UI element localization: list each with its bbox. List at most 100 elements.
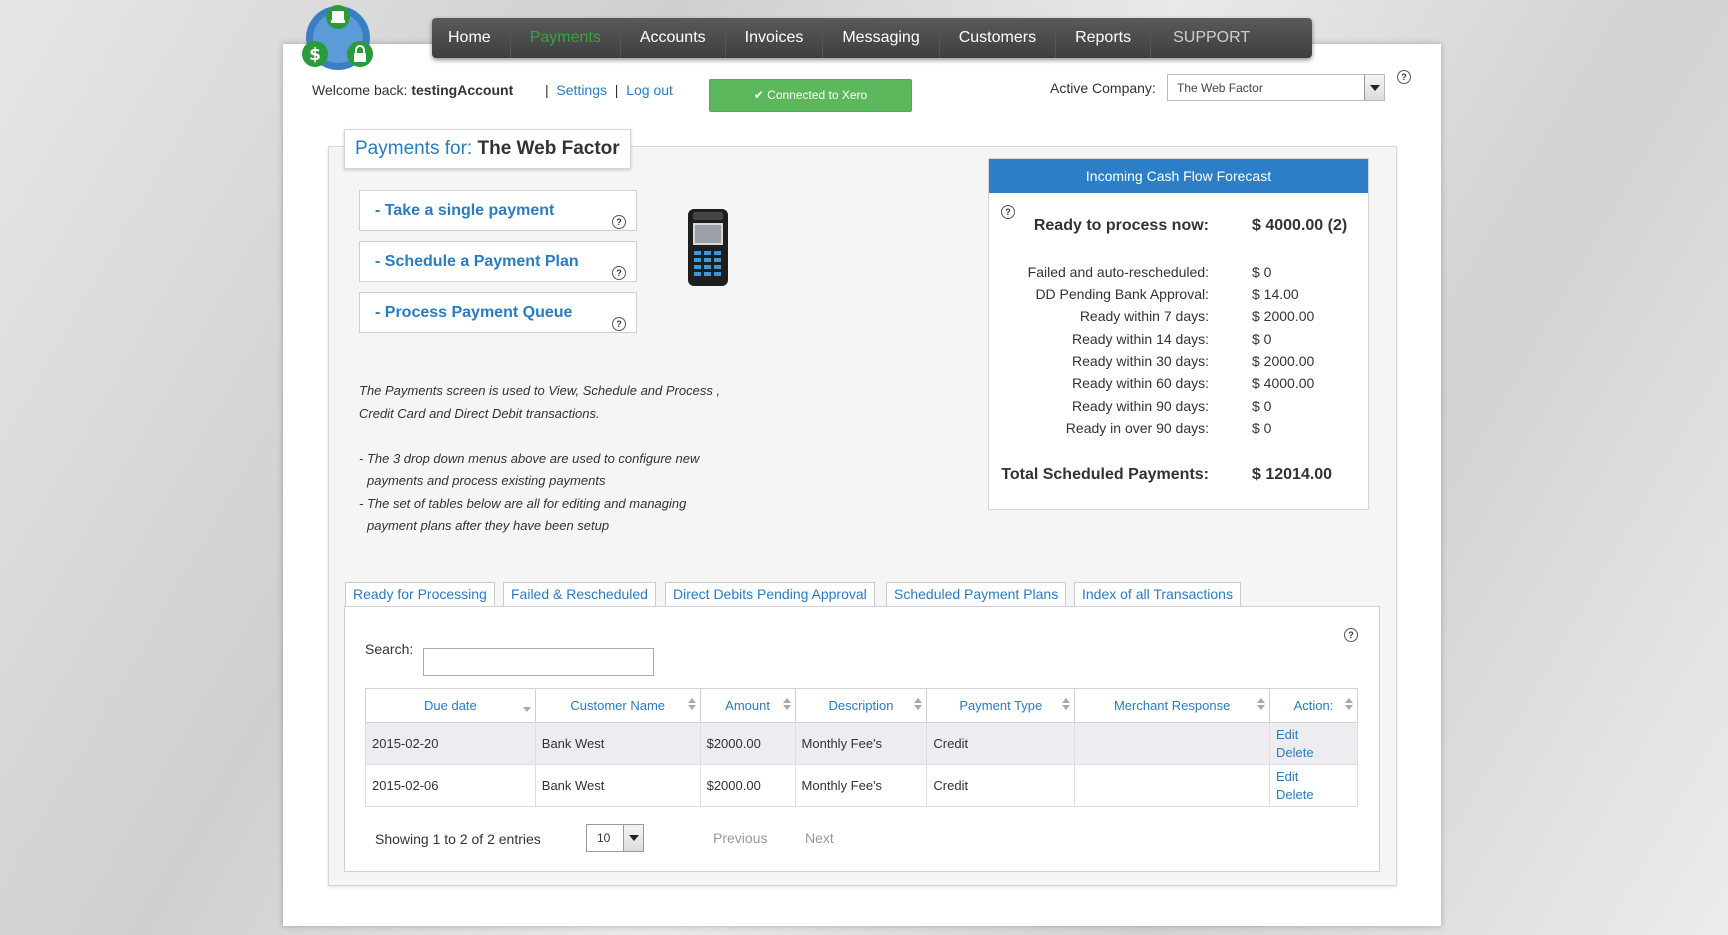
company-select-value: The Web Factor (1177, 81, 1263, 95)
cell-description: Monthly Fee's (794, 722, 928, 765)
forecast-value: $ 4000.00 (1252, 375, 1315, 391)
cell-payment-type: Credit (926, 722, 1076, 765)
tab-scheduled-payment-plans[interactable]: Scheduled Payment Plans (886, 582, 1067, 606)
forecast-label: Total Scheduled Payments: (1001, 466, 1209, 483)
col-header-payment-type[interactable]: Payment Type (926, 688, 1076, 723)
search-label: Search: (365, 641, 414, 657)
app-logo[interactable]: $ (300, 2, 376, 74)
forecast-value: $ 2000.00 (1252, 308, 1315, 324)
company-select[interactable]: The Web Factor (1167, 74, 1385, 101)
description-line: The Payments screen is used to View, Sch… (359, 383, 721, 398)
sort-icon (914, 698, 923, 712)
description-line: - The 3 drop down menus above are used t… (359, 450, 700, 466)
col-header-due-date[interactable]: Due date (365, 688, 536, 723)
col-header-merchant-response[interactable]: Merchant Response (1074, 688, 1271, 723)
separator: | (614, 82, 619, 98)
help-icon[interactable]: ? (1344, 628, 1358, 642)
nav-messaging[interactable]: Messaging (823, 18, 940, 58)
table-row: 2015-02-20 Bank West $2000.00 Monthly Fe… (365, 722, 1358, 765)
forecast-value: $ 0 (1252, 331, 1272, 347)
page-title: Payments for: The Web Factor (344, 129, 631, 169)
check-icon: ✔ (753, 88, 764, 102)
forecast-value: $ 0 (1252, 398, 1272, 414)
showing-entries-text: Showing 1 to 2 of 2 entries (375, 831, 541, 847)
cell-payment-type: Credit (926, 764, 1076, 807)
nav-customers[interactable]: Customers (940, 18, 1057, 58)
table-row: 2015-02-06 Bank West $2000.00 Monthly Fe… (365, 764, 1358, 807)
description-line: payment plans after they have been setup (367, 518, 610, 533)
nav-home[interactable]: Home (432, 18, 511, 58)
svg-text:$: $ (309, 45, 321, 65)
col-header-label: Due date (424, 698, 477, 713)
forecast-label: DD Pending Bank Approval: (1035, 286, 1209, 302)
help-icon[interactable]: ? (1397, 70, 1411, 84)
next-page-button[interactable]: Next (805, 830, 834, 846)
cell-action: Edit Delete (1269, 722, 1358, 765)
welcome-text: Welcome back: testingAccount (312, 82, 513, 98)
cell-description: Monthly Fee's (794, 764, 928, 807)
col-header-amount[interactable]: Amount (699, 688, 796, 723)
forecast-value: $ 12014.00 (1252, 466, 1333, 483)
nav-reports[interactable]: Reports (1056, 18, 1152, 58)
col-header-description[interactable]: Description (794, 688, 928, 723)
schedule-payment-plan-label: - Schedule a Payment Plan (375, 253, 579, 270)
process-payment-queue-button[interactable]: - Process Payment Queue ? (359, 292, 637, 333)
card-terminal-icon (688, 209, 728, 286)
forecast-value: $ 4000.00 (2) (1252, 217, 1348, 234)
col-header-label: Action: (1293, 698, 1334, 713)
sort-icon (687, 698, 696, 712)
help-icon[interactable]: ? (612, 215, 626, 229)
delete-link[interactable]: Delete (1276, 744, 1351, 762)
help-icon[interactable]: ? (612, 266, 626, 280)
help-icon[interactable]: ? (612, 317, 626, 331)
tab-index-transactions[interactable]: Index of all Transactions (1074, 582, 1241, 606)
nav-payments[interactable]: Payments (511, 18, 621, 58)
search-input[interactable] (423, 648, 654, 676)
xero-status-button[interactable]: ✔ Connected to Xero (709, 79, 912, 112)
tab-failed-rescheduled[interactable]: Failed & Rescheduled (503, 582, 656, 606)
col-header-customer-name[interactable]: Customer Name (534, 688, 701, 723)
account-links: | Settings | Log out (545, 82, 673, 98)
take-single-payment-button[interactable]: - Take a single payment ? (359, 190, 637, 231)
tab-direct-debits-pending[interactable]: Direct Debits Pending Approval (665, 582, 875, 606)
tab-ready-for-processing[interactable]: Ready for Processing (345, 582, 495, 609)
forecast-label: Ready to process now: (1033, 217, 1209, 234)
logout-link[interactable]: Log out (626, 82, 673, 98)
cell-merchant-response (1074, 764, 1271, 807)
col-header-label: Customer Name (570, 698, 665, 713)
page-length-select[interactable]: 10 (586, 824, 644, 852)
delete-link[interactable]: Delete (1276, 786, 1351, 804)
sort-icon (782, 698, 791, 712)
main-nav: Home Payments Accounts Invoices Messagin… (432, 18, 1312, 58)
username: testingAccount (411, 82, 514, 98)
transactions-table: Due date Customer Name Amount Descriptio… (365, 688, 1358, 807)
nav-accounts[interactable]: Accounts (621, 18, 726, 58)
cell-amount: $2000.00 (699, 764, 796, 807)
table-header-row: Due date Customer Name Amount Descriptio… (365, 688, 1358, 723)
page-title-label: Payments for: (355, 138, 473, 159)
cell-action: Edit Delete (1269, 764, 1358, 807)
settings-link[interactable]: Settings (556, 82, 607, 98)
col-header-action[interactable]: Action: (1269, 688, 1358, 723)
edit-link[interactable]: Edit (1276, 726, 1351, 744)
chevron-down-icon[interactable] (1364, 75, 1384, 100)
forecast-value: $ 14.00 (1252, 286, 1299, 302)
forecast-label: Failed and auto-rescheduled: (1027, 264, 1209, 280)
forecast-value: $ 0 (1252, 420, 1272, 436)
help-icon[interactable]: ? (1001, 205, 1015, 219)
cell-customer: Bank West (534, 764, 701, 807)
chevron-down-icon[interactable] (623, 825, 643, 851)
sort-icon (1345, 698, 1353, 712)
cash-flow-forecast: Incoming Cash Flow Forecast ? Ready to p… (988, 158, 1369, 510)
take-single-payment-label: - Take a single payment (375, 202, 555, 219)
forecast-label: Ready within 14 days: (1072, 331, 1209, 347)
active-company-label: Active Company: (1050, 80, 1156, 96)
nav-support[interactable]: SUPPORT (1151, 18, 1269, 58)
previous-page-button[interactable]: Previous (713, 830, 767, 846)
edit-link[interactable]: Edit (1276, 768, 1351, 786)
schedule-payment-plan-button[interactable]: - Schedule a Payment Plan ? (359, 241, 637, 282)
description-line (359, 425, 779, 448)
nav-invoices[interactable]: Invoices (726, 18, 824, 58)
page-title-company: The Web Factor (477, 138, 620, 159)
col-header-label: Amount (725, 698, 770, 713)
